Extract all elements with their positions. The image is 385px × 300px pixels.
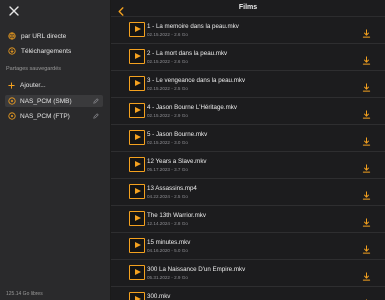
share-label: NAS_PCM (FTP) (20, 112, 70, 120)
file-meta: 04.22.2024 - 2.5 Go (147, 194, 188, 199)
download-icon[interactable] (362, 52, 371, 70)
file-name: 300.mkv (147, 293, 171, 300)
nav-telechargements[interactable]: Téléchargements (8, 45, 71, 57)
file-row[interactable]: 300 La Naissance D'un Empire.mkv 05.31.20… (111, 260, 385, 287)
file-meta: 02.15.2022 - 3.0 Go (147, 140, 188, 145)
file-meta: 05.17.2023 - 3.7 Go (147, 167, 188, 172)
pencil-icon[interactable] (93, 98, 99, 104)
file-row[interactable]: 12 Years a Slave.mkv 05.17.2023 - 3.7 Go (111, 152, 385, 179)
download-icon[interactable] (362, 241, 371, 259)
file-size: 5.0 Go (174, 248, 188, 253)
video-thumbnail-icon (129, 49, 145, 64)
download-circle-icon (8, 47, 16, 55)
sidebar: par URL directe Téléchargements Partages… (0, 0, 111, 300)
share-item-smb[interactable]: NAS_PCM (SMB) (5, 95, 103, 107)
video-thumbnail-icon (129, 292, 145, 300)
video-thumbnail-icon (129, 265, 145, 280)
video-thumbnail-icon (129, 184, 145, 199)
add-share-button[interactable]: Ajouter... (8, 79, 46, 91)
pencil-icon[interactable] (93, 113, 99, 119)
add-share-label: Ajouter... (20, 81, 46, 89)
file-date: 02.15.2022 (147, 140, 170, 145)
file-name: 5 - Jason Bourne.mkv (147, 131, 208, 138)
storage-free-label: 125.14 Go libres (6, 291, 43, 297)
share-item-ftp[interactable]: NAS_PCM (FTP) (5, 110, 103, 122)
file-list: 1 - La memoire dans la peau.mkv 02.15.202… (111, 17, 385, 300)
file-row[interactable]: 2 - La mort dans la peau.mkv 02.15.2022 -… (111, 44, 385, 71)
download-icon[interactable] (362, 187, 371, 205)
file-size: 2.5 Go (174, 194, 188, 199)
download-icon[interactable] (362, 25, 371, 43)
nav-url-directe-label: par URL directe (21, 32, 67, 40)
file-row[interactable]: 4 - Jason Bourne L'Héritage.mkv 02.15.202… (111, 98, 385, 125)
file-date: 05.17.2023 (147, 167, 170, 172)
video-thumbnail-icon (129, 103, 145, 118)
file-date: 04.22.2024 (147, 194, 170, 199)
file-date: 12.14.2024 (147, 221, 170, 226)
download-icon[interactable] (362, 268, 371, 286)
video-thumbnail-icon (129, 22, 145, 37)
network-drive-icon (8, 112, 16, 120)
file-name: 4 - Jason Bourne L'Héritage.mkv (147, 104, 237, 111)
file-meta: 04.16.2020 - 5.0 Go (147, 248, 188, 253)
nav-telechargements-label: Téléchargements (21, 47, 72, 55)
download-icon[interactable] (362, 106, 371, 124)
file-name: 2 - La mort dans la peau.mkv (147, 50, 228, 57)
file-meta: 02.15.2022 - 2.9 Go (147, 113, 188, 118)
file-date: 02.15.2022 (147, 86, 170, 91)
file-meta: 05.31.2022 - 2.9 Go (147, 275, 188, 280)
download-icon[interactable] (362, 214, 371, 232)
file-size: 3.0 Go (174, 140, 188, 145)
file-name: 1 - La memoire dans la peau.mkv (147, 23, 239, 30)
file-size: 2.6 Go (174, 59, 188, 64)
file-size: 2.8 Go (174, 221, 188, 226)
close-icon[interactable] (8, 5, 20, 17)
video-thumbnail-icon (129, 238, 145, 253)
file-name: 13 Assassins.mp4 (147, 185, 197, 192)
file-date: 02.15.2022 (147, 32, 170, 37)
file-row[interactable]: 3 - Le vengeance dans la peau.mkv 02.15.2… (111, 71, 385, 98)
file-name: 15 minutes.mkv (147, 239, 191, 246)
file-meta: 02.15.2022 - 2.6 Go (147, 32, 188, 37)
file-meta: 02.15.2022 - 2.5 Go (147, 86, 188, 91)
file-date: 02.15.2022 (147, 113, 170, 118)
file-date: 04.16.2020 (147, 248, 170, 253)
file-row[interactable]: 1 - La memoire dans la peau.mkv 02.15.202… (111, 17, 385, 44)
file-name: 3 - Le vengeance dans la peau.mkv (147, 77, 246, 84)
video-thumbnail-icon (129, 157, 145, 172)
file-row[interactable]: 300.mkv05.31.2022 - 2.0 Go (111, 287, 385, 300)
download-icon[interactable] (362, 133, 371, 151)
page-title: Films (238, 4, 258, 11)
nav-url-directe[interactable]: par URL directe (8, 30, 66, 42)
file-row[interactable]: 15 minutes.mkv 04.16.2020 - 5.0 Go (111, 233, 385, 260)
file-row[interactable]: 13 Assassins.mp4 04.22.2024 - 2.5 Go (111, 179, 385, 206)
header-bar: Films (111, 0, 385, 17)
file-row[interactable]: The 13th Warrior.mkv 12.14.2024 - 2.8 Go (111, 206, 385, 233)
file-size: 2.5 Go (174, 86, 188, 91)
file-name: 300 La Naissance D'un Empire.mkv (147, 266, 246, 273)
file-date: 05.31.2022 (147, 275, 170, 280)
download-icon[interactable] (362, 79, 371, 97)
video-thumbnail-icon (129, 76, 145, 91)
globe-icon (8, 32, 16, 40)
file-meta: 02.15.2022 - 2.6 Go (147, 59, 188, 64)
file-date: 02.15.2022 (147, 59, 170, 64)
file-size: 2.9 Go (174, 113, 188, 118)
file-size: 3.7 Go (174, 167, 188, 172)
network-drive-icon (8, 97, 16, 105)
video-thumbnail-icon (129, 130, 145, 145)
download-icon[interactable] (362, 295, 371, 300)
video-thumbnail-icon (129, 211, 145, 226)
file-size: 2.6 Go (174, 32, 188, 37)
saved-shares-title: Partages sauvegardés (6, 66, 62, 72)
file-name: The 13th Warrior.mkv (147, 212, 206, 219)
share-label: NAS_PCM (SMB) (20, 97, 72, 105)
file-name: 12 Years a Slave.mkv (147, 158, 207, 165)
download-icon[interactable] (362, 160, 371, 178)
file-meta: 12.14.2024 - 2.8 Go (147, 221, 188, 226)
file-row[interactable]: 5 - Jason Bourne.mkv 02.15.2022 - 3.0 Go (111, 125, 385, 152)
file-size: 2.9 Go (174, 275, 188, 280)
plus-icon (8, 81, 15, 89)
